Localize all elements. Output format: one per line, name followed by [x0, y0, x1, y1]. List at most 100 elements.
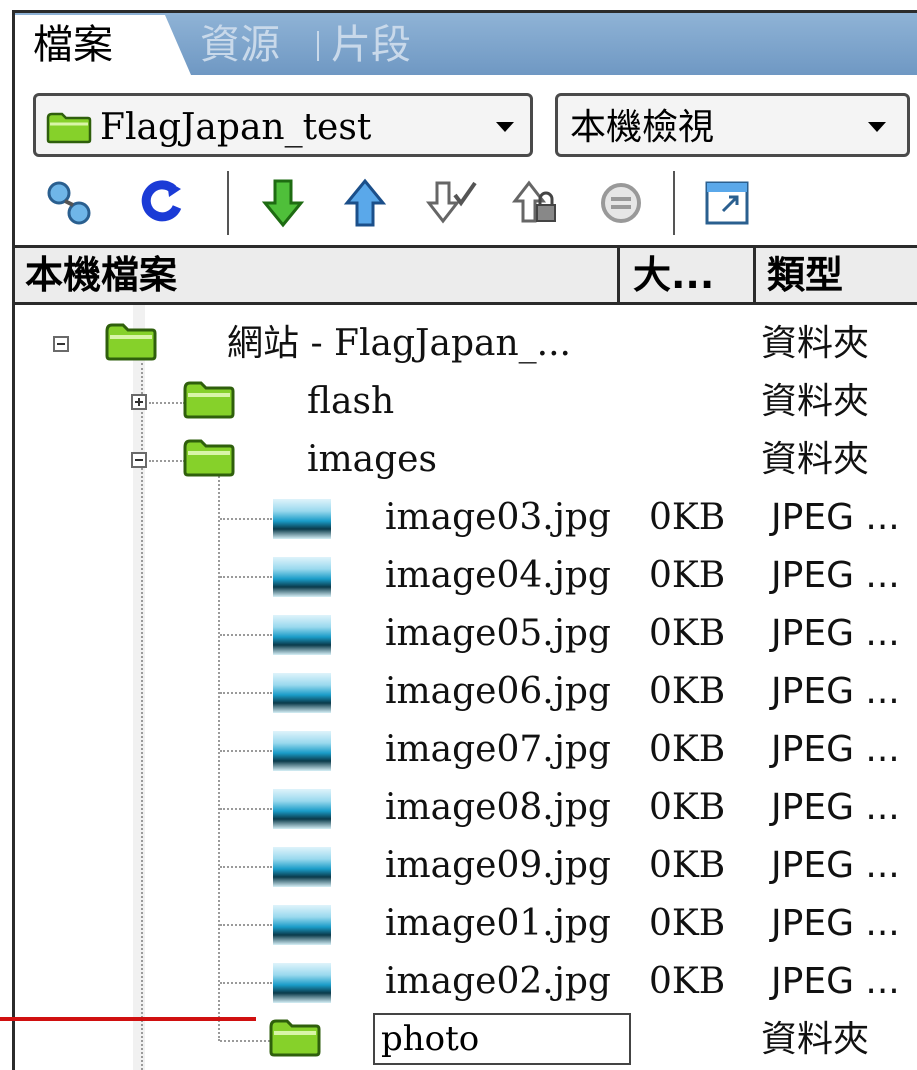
tree-row-file[interactable]: image08.jpg 0KB JPEG ... [15, 779, 917, 837]
column-divider[interactable] [753, 248, 756, 302]
tree-row-type: JPEG ... [771, 613, 900, 654]
tree-row-type: JPEG ... [771, 787, 900, 828]
tree-connector [220, 750, 272, 752]
tree-row-file[interactable]: image01.jpg 0KB JPEG ... [15, 895, 917, 953]
tree-row-type: JPEG ... [771, 903, 900, 944]
sync-icon[interactable] [593, 175, 649, 231]
tree-row-name: image01.jpg [385, 903, 611, 944]
get-icon[interactable] [255, 175, 311, 231]
chevron-down-icon [496, 122, 514, 132]
tree-row-size: 0KB [649, 729, 726, 770]
image-file-icon [273, 673, 331, 713]
tree-row-size: 0KB [649, 903, 726, 944]
tab-snippets[interactable]: 片段 [331, 15, 411, 75]
view-select-value: 本機檢視 [570, 107, 715, 148]
collapse-icon[interactable] [131, 452, 147, 468]
tree-row-size: 0KB [649, 845, 726, 886]
tree-row-name: image09.jpg [385, 845, 611, 886]
tree-row-file[interactable]: image05.jpg 0KB JPEG ... [15, 605, 917, 663]
check-in-icon[interactable] [509, 175, 565, 231]
file-list-header: 本機檔案 大... 類型 [15, 245, 917, 305]
tree-connector [220, 692, 272, 694]
image-file-icon [273, 615, 331, 655]
tree-connector [220, 808, 272, 810]
tree-row-root[interactable]: 網站 - FlagJapan_... 資料夾 [15, 315, 917, 373]
tree-row-size: 0KB [649, 787, 726, 828]
tree-connector [220, 634, 272, 636]
expand-icon[interactable] [131, 394, 147, 410]
tree-connector [220, 518, 272, 520]
tree-connector [220, 576, 272, 578]
folder-icon [183, 381, 235, 419]
site-select[interactable]: FlagJapan_test [33, 93, 533, 157]
tree-row-name: image03.jpg [385, 497, 611, 538]
tree-row-size: 0KB [649, 671, 726, 712]
column-divider[interactable] [617, 248, 620, 302]
file-tree: 網站 - FlagJapan_... 資料夾 flash 資料夾 images … [15, 305, 917, 1070]
collapse-icon[interactable] [53, 336, 69, 352]
image-file-icon [273, 847, 331, 887]
refresh-icon[interactable] [133, 175, 189, 231]
image-file-icon [273, 731, 331, 771]
annotation-pointer-line [0, 1017, 256, 1021]
tree-row-name: image08.jpg [385, 787, 611, 828]
tree-row-size: 0KB [649, 961, 726, 1002]
tree-row-type: 資料夾 [761, 381, 870, 422]
toolbar-separator [227, 171, 229, 235]
tree-row-name: images [307, 439, 437, 480]
site-select-value: FlagJapan_test [100, 107, 372, 148]
files-panel: 檔案 資源 片段 FlagJapan_test 本機檢視 本機檔案 大... 類… [12, 10, 917, 1070]
tree-row-size: 0KB [649, 555, 726, 596]
rename-input[interactable]: photo [373, 1013, 631, 1065]
tree-row-type: JPEG ... [771, 497, 900, 538]
chevron-down-icon [868, 122, 886, 132]
tree-row-type: JPEG ... [771, 555, 900, 596]
put-icon[interactable] [337, 175, 393, 231]
tree-row-size: 0KB [649, 497, 726, 538]
tree-connector [149, 402, 185, 404]
tab-files[interactable]: 檔案 [15, 15, 191, 75]
tree-row-folder[interactable]: images 資料夾 [15, 431, 917, 489]
tree-row-file[interactable]: image02.jpg 0KB JPEG ... [15, 953, 917, 1011]
tree-row-file[interactable]: image06.jpg 0KB JPEG ... [15, 663, 917, 721]
column-type[interactable]: 類型 [767, 248, 917, 302]
image-file-icon [273, 905, 331, 945]
image-file-icon [273, 789, 331, 829]
folder-icon [269, 1019, 321, 1057]
folder-icon [46, 112, 92, 144]
image-file-icon [273, 963, 331, 1003]
image-file-icon [273, 499, 331, 539]
tree-row-size: 0KB [649, 613, 726, 654]
tree-connector [220, 1040, 270, 1042]
connect-icon[interactable] [41, 175, 97, 231]
tab-assets[interactable]: 資源 [200, 15, 280, 75]
view-select[interactable]: 本機檢視 [555, 93, 910, 157]
folder-icon [105, 323, 157, 361]
folder-icon [183, 439, 235, 477]
tree-row-folder[interactable]: flash 資料夾 [15, 373, 917, 431]
column-local-files[interactable]: 本機檔案 [25, 248, 615, 302]
column-size[interactable]: 大... [633, 248, 751, 302]
tree-row-type: JPEG ... [771, 961, 900, 1002]
image-file-icon [273, 557, 331, 597]
tree-row-name: 網站 - FlagJapan_... [227, 323, 571, 364]
tab-separator [317, 31, 319, 61]
expand-icon[interactable] [701, 175, 757, 231]
check-out-icon[interactable] [423, 175, 479, 231]
tree-row-type: 資料夾 [761, 439, 870, 480]
toolbar-separator [673, 171, 675, 235]
tree-row-file[interactable]: image03.jpg 0KB JPEG ... [15, 489, 917, 547]
tree-row-type: JPEG ... [771, 845, 900, 886]
tree-row-type: JPEG ... [771, 729, 900, 770]
tree-connector [220, 866, 272, 868]
tree-connector [220, 982, 272, 984]
files-toolbar: FlagJapan_test 本機檢視 [15, 75, 917, 245]
tree-row-name: image07.jpg [385, 729, 611, 770]
tree-row-name: image05.jpg [385, 613, 611, 654]
tree-connector [220, 924, 272, 926]
tree-row-file[interactable]: image09.jpg 0KB JPEG ... [15, 837, 917, 895]
tree-row-type: 資料夾 [761, 1019, 870, 1060]
tree-row-file[interactable]: image04.jpg 0KB JPEG ... [15, 547, 917, 605]
tree-row-file[interactable]: image07.jpg 0KB JPEG ... [15, 721, 917, 779]
tree-row-type: 資料夾 [761, 323, 870, 364]
